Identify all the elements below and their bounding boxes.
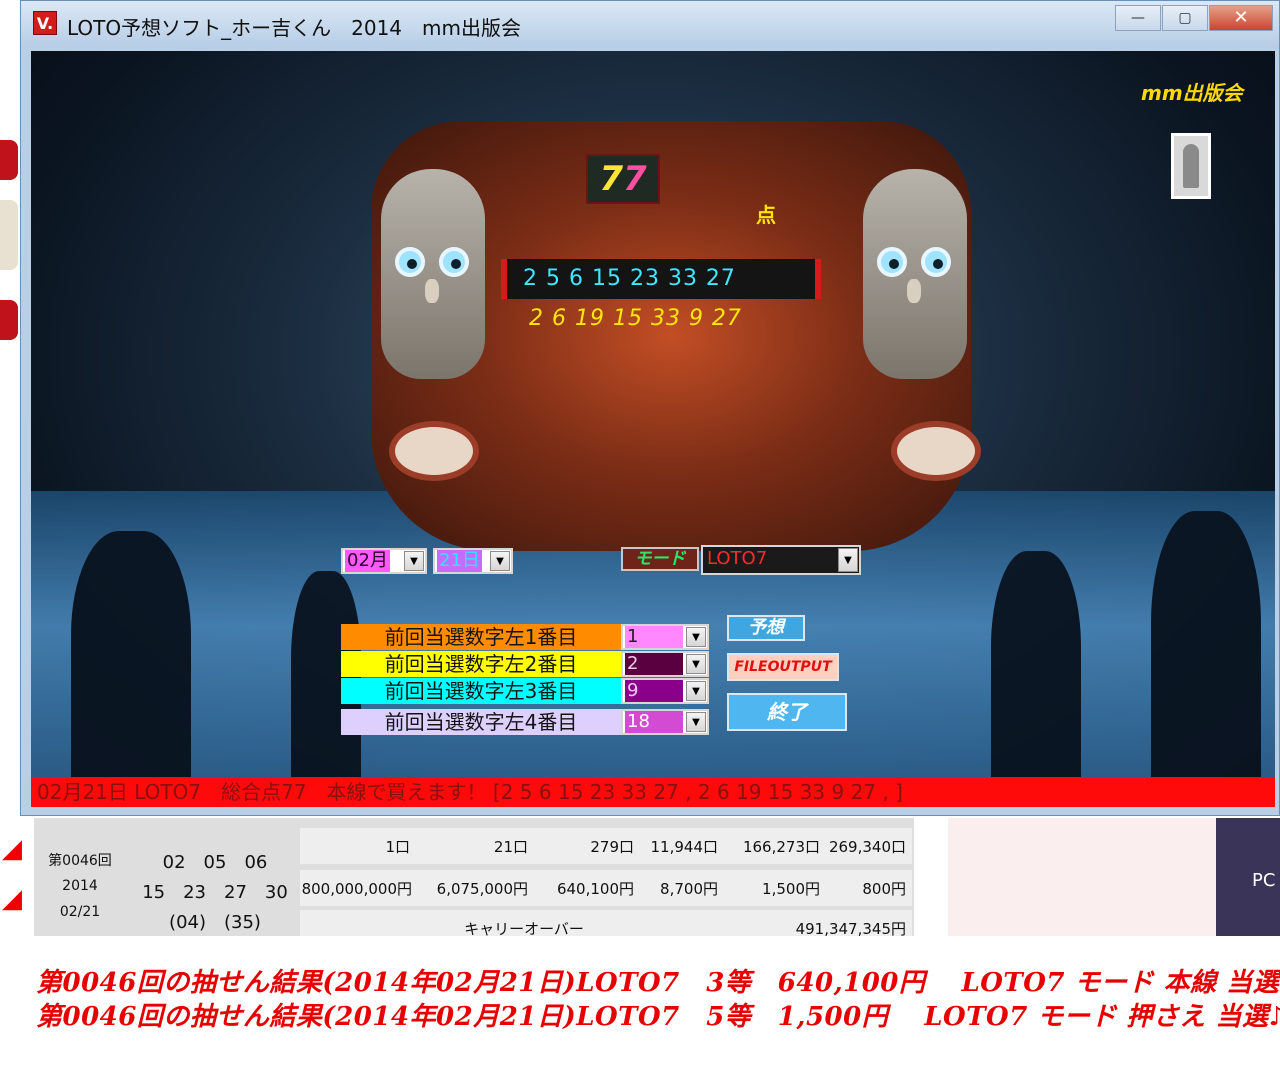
prev-number-4-value: 18 [625, 711, 683, 733]
chevron-down-icon[interactable]: ▼ [686, 627, 706, 647]
minimize-button[interactable]: — [1115, 5, 1161, 31]
score-digit-1: 7 [599, 159, 623, 199]
exit-button[interactable]: 終了 [727, 693, 847, 731]
prev-number-3-select[interactable]: 9 ▼ [621, 678, 709, 704]
prev-number-4-label: 前回当選数字左4番目 [341, 709, 621, 735]
day-value: 21日 [437, 550, 482, 572]
status-bar: 02月21日 LOTO7 総合点77 本線で買えます！ [2 5 6 15 23… [31, 777, 1275, 807]
carry-over-label: キャリーオーバー [464, 920, 584, 938]
winners-6: 269,340口 [828, 838, 906, 856]
app-icon: V. [33, 11, 57, 35]
ad-space [948, 818, 1216, 936]
mode-select[interactable]: LOTO7 ▼ [701, 545, 861, 575]
score-digit-2: 7 [623, 159, 647, 199]
desktop-decoration [0, 200, 18, 270]
prize-4: 8,700円 [660, 880, 718, 898]
owl-image [863, 169, 967, 379]
file-output-button[interactable]: FILEOUTPUT [727, 653, 839, 681]
main-panel: mm出版会 77 点 2 5 6 15 23 33 27 2 6 19 15 3… [31, 51, 1275, 807]
prize-3: 640,100円 [556, 880, 634, 898]
points-label: 点 [756, 203, 776, 227]
draw-date: 02/21 [59, 904, 101, 920]
chevron-down-icon[interactable]: ▼ [686, 681, 706, 701]
draw-number: 第0046回 [48, 853, 112, 869]
prev-number-1-select[interactable]: 1 ▼ [621, 624, 709, 650]
side-thumbnail[interactable]: PC [1216, 818, 1280, 936]
desktop-decoration [0, 300, 18, 340]
owl-beak [907, 279, 921, 303]
winning-numbers-row1: 02 05 06 [162, 852, 268, 873]
mode-label: モード [621, 547, 699, 571]
month-select[interactable]: 02月 ▼ [341, 548, 427, 574]
maximize-button[interactable]: ▢ [1162, 5, 1208, 31]
winners-5: 166,273口 [742, 838, 820, 856]
prev-number-1-value: 1 [625, 626, 683, 648]
wheel-decoration [389, 421, 479, 481]
winners-1: 1口 [385, 838, 410, 856]
carry-over-value: 491,347,345円 [795, 920, 906, 938]
window-title: LOTO予想ソフト_ホー吉くん 2014 mm出版会 [67, 16, 521, 40]
score-counter: 77 [586, 154, 660, 204]
prev-number-2-select[interactable]: 2 ▼ [621, 651, 709, 677]
sub-numbers-display: 2 6 19 15 33 9 27 [529, 306, 742, 331]
bullet-mark: ◢ [2, 834, 22, 864]
prize-2: 6,075,000円 [436, 880, 528, 898]
bullet-mark: ◢ [2, 884, 22, 914]
tree-silhouette [71, 531, 191, 791]
winning-numbers-row2: 15 23 27 30 [142, 882, 288, 903]
title-bar[interactable]: V. LOTO予想ソフト_ホー吉くん 2014 mm出版会 — ▢ ✕ [21, 1, 1279, 47]
chevron-down-icon[interactable]: ▼ [490, 551, 510, 571]
bonus-numbers: (04) (35) [169, 912, 261, 933]
desktop-decoration [0, 140, 18, 180]
prev-number-4-select[interactable]: 18 ▼ [621, 709, 709, 735]
mode-value: LOTO7 [707, 548, 768, 569]
owl-eye [877, 247, 907, 277]
prize-6: 800円 [862, 880, 906, 898]
brand-logo: mm出版会 [1141, 81, 1243, 105]
prev-number-1-label: 前回当選数字左1番目 [341, 624, 621, 650]
prev-number-3-value: 9 [625, 680, 683, 702]
chevron-down-icon[interactable]: ▼ [404, 551, 424, 571]
chevron-down-icon[interactable]: ▼ [838, 548, 858, 572]
owl-beak [425, 279, 439, 303]
main-numbers-display: 2 5 6 15 23 33 27 [501, 259, 821, 299]
side-thumbnail-text: PC [1252, 870, 1276, 891]
window-controls: — ▢ ✕ [1114, 5, 1273, 31]
chevron-down-icon[interactable]: ▼ [686, 654, 706, 674]
result-line-2: 第0046回の抽せん結果(2014年02月21日)LOTO7 5等 1,500円… [36, 1002, 1280, 1032]
owl-eye [921, 247, 951, 277]
result-line-1: 第0046回の抽せん結果(2014年02月21日)LOTO7 3等 640,10… [36, 968, 1280, 998]
app-window: V. LOTO予想ソフト_ホー吉くん 2014 mm出版会 — ▢ ✕ mm出版… [20, 0, 1280, 816]
wheel-decoration [891, 421, 981, 481]
month-value: 02月 [345, 550, 390, 572]
day-select[interactable]: 21日 ▼ [433, 548, 513, 574]
prev-number-3-label: 前回当選数字左3番目 [341, 678, 621, 704]
owl-eye [395, 247, 425, 277]
tree-silhouette [1151, 511, 1261, 791]
prev-number-2-label: 前回当選数字左2番目 [341, 651, 621, 677]
results-table: 第0046回 2014 02/21 02 05 06 15 23 27 30 (… [34, 818, 914, 938]
winners-3: 279口 [590, 838, 634, 856]
prev-number-2-value: 2 [625, 653, 683, 675]
tree-silhouette [991, 551, 1081, 791]
predict-button[interactable]: 予想 [727, 615, 805, 641]
chevron-down-icon[interactable]: ▼ [686, 712, 706, 732]
owl-eye [439, 247, 469, 277]
draw-year: 2014 [62, 878, 98, 894]
winners-4: 11,944口 [650, 838, 719, 856]
winners-2: 21口 [493, 838, 528, 856]
close-button[interactable]: ✕ [1209, 5, 1273, 31]
desktop-edge [0, 0, 20, 780]
statue-image [1171, 133, 1211, 199]
prize-1: 800,000,000円 [301, 880, 412, 898]
owl-image [381, 169, 485, 379]
prize-5: 1,500円 [762, 880, 820, 898]
